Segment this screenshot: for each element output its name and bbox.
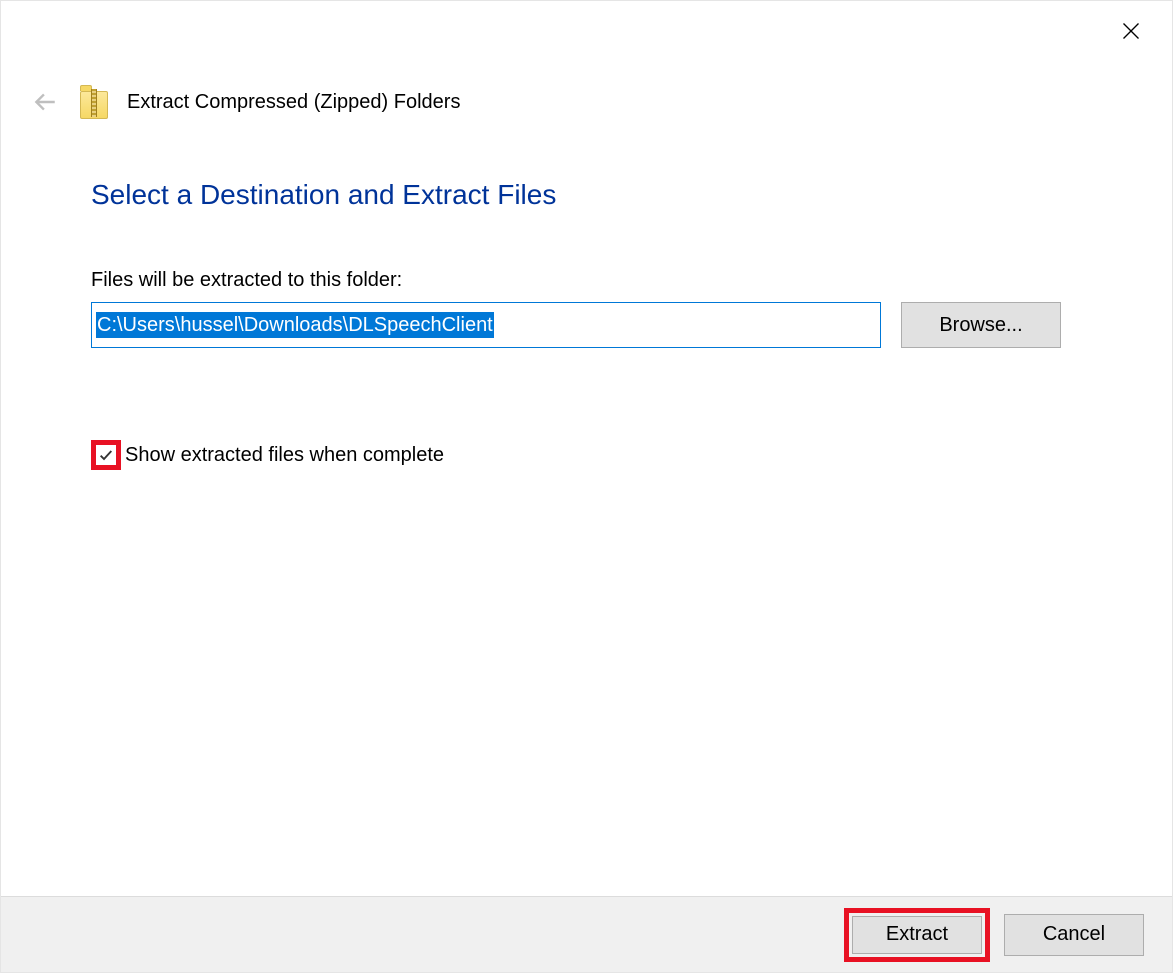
destination-row: C:\Users\hussel\Downloads\DLSpeechClient… [91,302,1082,348]
titlebar [1,1,1172,61]
show-files-row: Show extracted files when complete [91,440,1082,470]
back-arrow-icon [32,89,58,115]
extract-button-highlight: Extract [844,908,990,962]
close-button[interactable] [1108,11,1154,51]
wizard-header: Extract Compressed (Zipped) Folders [1,85,1172,119]
back-button[interactable] [29,86,61,118]
destination-label: Files will be extracted to this folder: [91,269,1082,292]
show-files-checkbox[interactable] [91,440,121,470]
browse-button[interactable]: Browse... [901,302,1061,348]
wizard-footer: Extract Cancel [1,896,1172,972]
close-icon [1121,21,1141,41]
destination-input[interactable]: C:\Users\hussel\Downloads\DLSpeechClient [91,302,881,348]
wizard-content: Select a Destination and Extract Files F… [1,119,1172,896]
page-heading: Select a Destination and Extract Files [91,179,1082,211]
checkmark-icon [98,447,114,463]
extract-wizard-window: Extract Compressed (Zipped) Folders Sele… [0,0,1173,973]
destination-input-value: C:\Users\hussel\Downloads\DLSpeechClient [96,312,494,338]
cancel-button[interactable]: Cancel [1004,914,1144,956]
extract-button[interactable]: Extract [852,916,982,954]
wizard-title: Extract Compressed (Zipped) Folders [127,91,460,114]
zip-folder-icon [79,85,109,119]
show-files-label: Show extracted files when complete [125,444,444,467]
